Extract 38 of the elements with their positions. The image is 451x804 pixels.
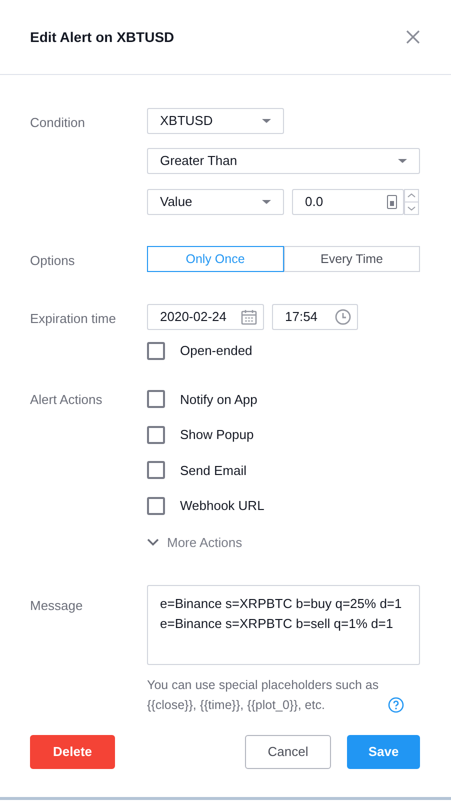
- dropdown[interactable]: Greater Than: [147, 148, 420, 174]
- option-tab[interactable]: Every Time: [284, 246, 420, 272]
- checkbox-label[interactable]: Webhook URL: [180, 496, 264, 516]
- field-label: Options: [30, 252, 76, 270]
- field-label: Condition: [30, 114, 86, 132]
- help-icon[interactable]: [388, 697, 404, 713]
- checkbox[interactable]: [147, 426, 165, 444]
- delete-button[interactable]: Delete: [30, 735, 115, 769]
- dropdown[interactable]: Value: [147, 189, 284, 215]
- dropdown[interactable]: XBTUSD: [147, 108, 284, 134]
- checkbox[interactable]: [147, 342, 165, 360]
- checkbox-label[interactable]: Notify on App: [180, 390, 258, 409]
- hint-text: You can use special placeholders such as {{close}}, {{time}}, {{plot_0}}, etc.: [147, 677, 380, 714]
- caret-icon: [262, 119, 271, 123]
- checkbox[interactable]: [147, 390, 165, 408]
- dialog-title: Edit Alert on XBTUSD: [30, 28, 174, 46]
- close-icon[interactable]: [406, 30, 420, 44]
- calendar-icon: [241, 309, 257, 325]
- calculator-icon: [387, 195, 397, 209]
- cancel-button[interactable]: Cancel: [245, 735, 331, 769]
- number-field[interactable]: 0.0: [292, 189, 404, 215]
- clock-icon: [335, 309, 351, 325]
- checkbox[interactable]: [147, 496, 165, 515]
- more-actions-link[interactable]: More Actions: [167, 532, 242, 552]
- field-label: Expiration time: [30, 310, 117, 328]
- field-label: Alert Actions: [30, 390, 104, 408]
- message-field[interactable]: e=Binance s=XRPBTC b=buy q=25% d=1 e=Binance s=XRPBTC b=sell q=1% d=1: [147, 585, 420, 665]
- caret-icon: [398, 159, 407, 163]
- checkbox-label[interactable]: Open-ended: [180, 341, 252, 360]
- chevron-down-icon[interactable]: [147, 538, 159, 546]
- caret-icon: [262, 200, 271, 204]
- checkbox-label[interactable]: Show Popup: [180, 425, 254, 444]
- checkbox-label[interactable]: Send Email: [180, 460, 246, 480]
- field-label: Message: [30, 597, 84, 615]
- date-field[interactable]: 2020-02-24: [147, 304, 264, 330]
- time-field[interactable]: 17:54: [272, 304, 358, 330]
- checkbox[interactable]: [147, 461, 165, 480]
- spinner-icon[interactable]: [404, 189, 419, 215]
